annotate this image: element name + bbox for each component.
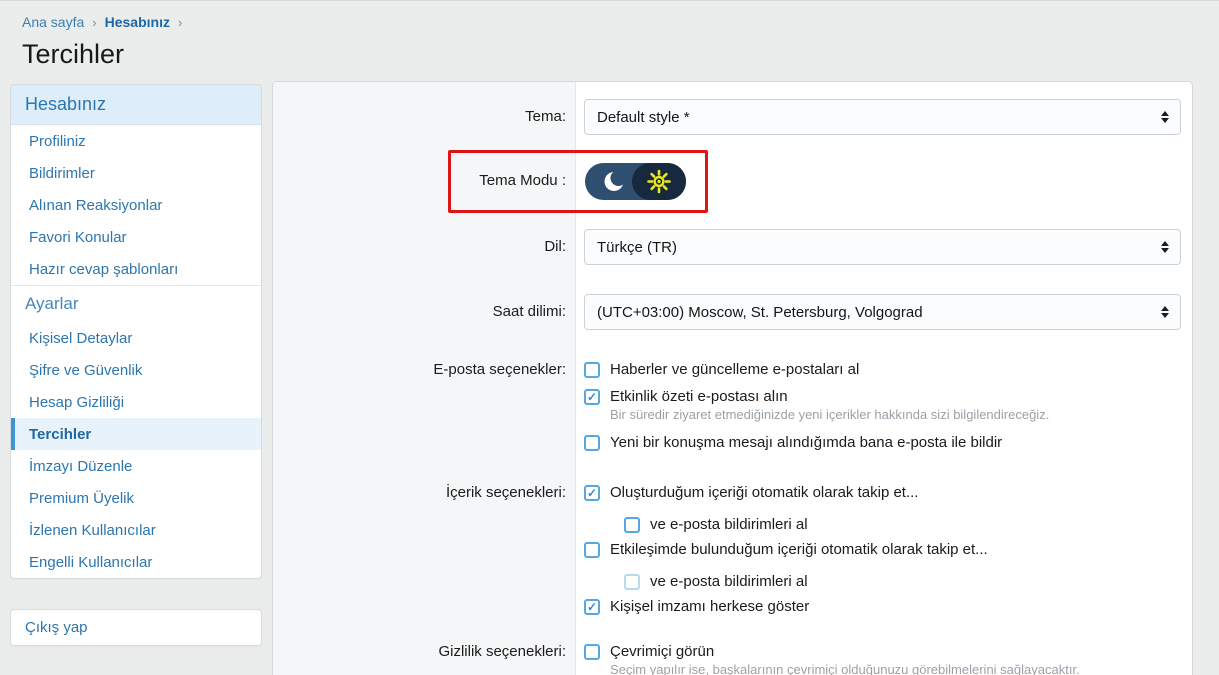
select-arrows-icon xyxy=(1161,306,1169,318)
sidebar-item-alinan-reaksiyonlar[interactable]: Alınan Reaksiyonlar xyxy=(11,189,261,221)
theme-mode-toggle[interactable] xyxy=(585,163,686,200)
theme-mode-label: Tema Modu : xyxy=(273,172,566,190)
sidebar-item-hesap-gizliligi[interactable]: Hesap Gizliliği xyxy=(11,386,261,418)
sidebar-item-sifre-ve-guvenlik[interactable]: Şifre ve Güvenlik xyxy=(11,354,261,386)
sidebar-item-tercihler[interactable]: Tercihler xyxy=(11,418,261,450)
checkbox-row-activity-summary[interactable]: Etkinlik özeti e-postası alın xyxy=(584,389,788,405)
sidebar-item-favori-konular[interactable]: Favori Konular xyxy=(11,221,261,253)
checkbox-row-show-online[interactable]: Çevrimiçi görün xyxy=(584,644,714,660)
checkbox-unchecked[interactable] xyxy=(584,542,600,558)
account-sidebar: Hesabınız Profiliniz Bildirimler Alınan … xyxy=(10,84,262,579)
sidebar-section-header-settings: Ayarlar xyxy=(11,285,261,322)
checkbox-checked[interactable] xyxy=(584,485,600,501)
timezone-label: Saat dilimi: xyxy=(273,303,566,321)
language-label: Dil: xyxy=(273,238,566,256)
checkbox-row-watch-interacted-content[interactable]: Etkileşimde bulunduğum içeriği otomatik … xyxy=(584,542,988,558)
timezone-select-value: (UTC+03:00) Moscow, St. Petersburg, Volg… xyxy=(597,304,923,321)
checkbox-row-watch-created-content[interactable]: Oluşturduğum içeriği otomatik olarak tak… xyxy=(584,485,918,501)
sidebar-item-bildirimler[interactable]: Bildirimler xyxy=(11,157,261,189)
checkbox-unchecked[interactable] xyxy=(584,435,600,451)
email-options-label: E-posta seçenekler: xyxy=(273,361,566,379)
preferences-form: Tema: Default style * Tema Modu : xyxy=(272,81,1193,675)
content-options-label: İçerik seçenekleri: xyxy=(273,484,566,502)
checkbox-checked[interactable] xyxy=(584,599,600,615)
logout-button[interactable]: Çıkış yap xyxy=(11,610,261,645)
checkbox-unchecked[interactable] xyxy=(584,362,600,378)
sidebar-item-engelli-kullanicilar[interactable]: Engelli Kullanıcılar xyxy=(11,546,261,578)
sidebar-item-profiliniz[interactable]: Profiliniz xyxy=(11,125,261,157)
timezone-select[interactable]: (UTC+03:00) Moscow, St. Petersburg, Volg… xyxy=(584,294,1181,330)
breadcrumb: Ana sayfa › Hesabınız › xyxy=(22,14,182,30)
select-arrows-icon xyxy=(1161,241,1169,253)
checkbox-row-conversation-email[interactable]: Yeni bir konuşma mesajı alındığımda bana… xyxy=(584,435,1002,451)
language-select[interactable]: Türkçe (TR) xyxy=(584,229,1181,265)
breadcrumb-account-link[interactable]: Hesabınız xyxy=(105,14,170,30)
sidebar-item-izlenen-kullanicilar[interactable]: İzlenen Kullanıcılar xyxy=(11,514,261,546)
sidebar-item-premium-uyelik[interactable]: Premium Üyelik xyxy=(11,482,261,514)
sidebar-item-imzayi-duzenle[interactable]: İmzayı Düzenle xyxy=(11,450,261,482)
checkbox-row-news-emails[interactable]: Haberler ve güncelleme e-postaları al xyxy=(584,362,859,378)
theme-select-value: Default style * xyxy=(597,109,690,126)
theme-label: Tema: xyxy=(273,108,566,126)
checkbox-row-created-email-notifications[interactable]: ve e-posta bildirimleri al xyxy=(624,517,808,533)
checkbox-checked[interactable] xyxy=(584,389,600,405)
page-title: Tercihler xyxy=(22,39,124,70)
chevron-right-icon: › xyxy=(92,15,96,30)
activity-summary-hint: Bir süredir ziyaret etmediğinizde yeni i… xyxy=(610,407,1049,422)
sidebar-item-kisisel-detaylar[interactable]: Kişisel Detaylar xyxy=(11,322,261,354)
checkbox-row-show-signature[interactable]: Kişişel imzamı herkese göster xyxy=(584,599,809,615)
checkbox-row-interacted-email-notifications[interactable]: ve e-posta bildirimleri al xyxy=(624,574,808,590)
chevron-right-icon: › xyxy=(178,15,182,30)
checkbox-unchecked[interactable] xyxy=(584,644,600,660)
privacy-options-label: Gizlilik seçenekleri: xyxy=(273,643,566,661)
select-arrows-icon xyxy=(1161,111,1169,123)
checkbox-disabled[interactable] xyxy=(624,574,640,590)
checkbox-unchecked[interactable] xyxy=(624,517,640,533)
show-online-hint: Seçim yapılır ise, başkalarının çevrimiç… xyxy=(610,662,1080,675)
language-select-value: Türkçe (TR) xyxy=(597,239,677,256)
theme-select[interactable]: Default style * xyxy=(584,99,1181,135)
logout-box: Çıkış yap xyxy=(10,609,262,646)
sidebar-item-hazir-cevap-sablonlari[interactable]: Hazır cevap şablonları xyxy=(11,253,261,285)
breadcrumb-home-link[interactable]: Ana sayfa xyxy=(22,14,84,30)
sidebar-section-header-account: Hesabınız xyxy=(11,85,261,125)
